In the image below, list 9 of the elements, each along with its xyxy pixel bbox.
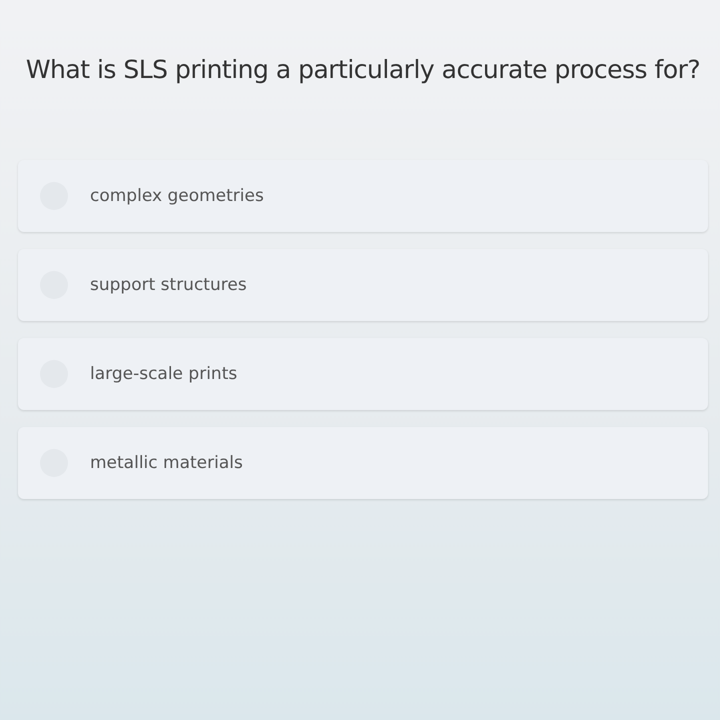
option-label: support structures — [90, 275, 247, 295]
option-label: large-scale prints — [90, 364, 238, 384]
answer-option[interactable]: complex geometries — [18, 160, 708, 232]
question-text: What is SLS printing a particularly accurate process for? — [24, 54, 702, 86]
option-label: metallic materials — [90, 453, 243, 473]
answer-option[interactable]: support structures — [18, 249, 708, 321]
option-label: complex geometries — [90, 186, 264, 206]
answer-option[interactable]: metallic materials — [18, 427, 708, 499]
answer-option[interactable]: large-scale prints — [18, 338, 708, 410]
